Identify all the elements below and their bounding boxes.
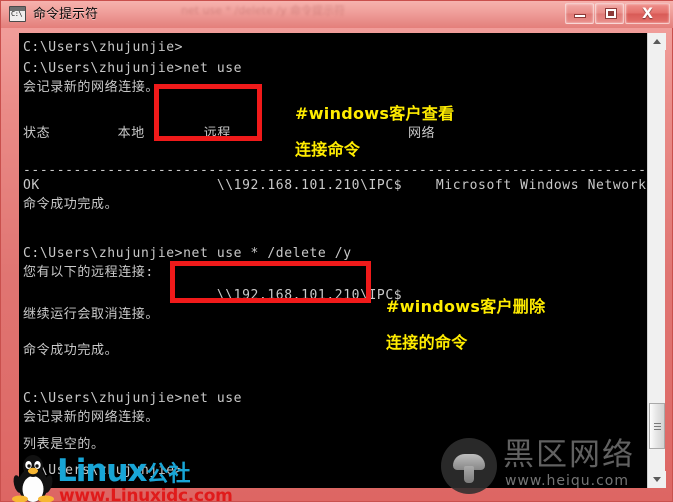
console-line: C:\Users\zhujunjie>net use — [23, 61, 243, 76]
watermark-linux-brand-cn: 公社 — [146, 462, 191, 487]
minimize-button[interactable] — [565, 3, 594, 24]
window-title: 命令提示符 — [33, 7, 99, 22]
console-line: 会记录新的网络连接。 — [23, 410, 160, 425]
console-line: C:\Users\zhujunjie>net use — [23, 391, 243, 406]
mushroom-stem — [464, 466, 474, 483]
watermark-heiqu-url: www.heiqu.com — [505, 473, 630, 489]
close-icon: X — [642, 6, 653, 22]
console-output-area[interactable]: C:\Users\zhujunjie> C:\Users\zhujunjie>ne… — [19, 33, 648, 488]
watermark-linux-brand-en: Linux — [57, 453, 148, 489]
close-button[interactable]: X — [625, 3, 670, 24]
mushroom-icon — [441, 438, 497, 494]
redbox-net-use — [154, 84, 262, 141]
titlebar-ghost-text: net use * /delete /y 命令提示符 — [181, 4, 346, 17]
redbox-net-use-delete — [170, 261, 371, 303]
scroll-up-arrow[interactable] — [648, 33, 666, 50]
scrollbar-grip-icon — [654, 423, 661, 430]
window-controls: X — [565, 3, 670, 25]
console-line: OK \\192.168.101.210\IPC$ Microsoft Wind… — [23, 178, 647, 193]
console-line: ----------------------------------------… — [23, 163, 648, 178]
maximize-icon — [605, 8, 617, 19]
console-icon-text: C:\ — [11, 10, 23, 18]
command-prompt-window: net use * /delete /y 命令提示符 C:\ 命令提示符 X C… — [0, 0, 673, 502]
tux-penguin-icon — [12, 455, 54, 502]
screenshot-root: net use * /delete /y 命令提示符 C:\ 命令提示符 X C… — [0, 0, 673, 502]
watermark-linuxidc: Linux公社 www.Linuxidc.com — [9, 453, 239, 502]
console-line: 命令成功完成。 — [23, 343, 119, 358]
console-line: C:\Users\zhujunjie> — [23, 40, 184, 55]
console-icon: C:\ — [9, 6, 26, 22]
annotation-view-command: #windows客户查看 — [295, 104, 455, 123]
console-scrollbar[interactable] — [647, 33, 666, 488]
watermark-linux-url: www.Linuxidc.com — [59, 486, 233, 502]
console-line: 会记录新的网络连接。 — [23, 80, 160, 95]
minimize-icon — [574, 14, 586, 18]
watermark-heiqu: 黑区网络 www.heiqu.com — [441, 433, 656, 495]
console-line: 您有以下的远程连接: — [23, 265, 154, 280]
annotation-delete-command-2: 连接的命令 — [386, 333, 468, 352]
annotation-delete-command: #windows客户删除 — [386, 297, 546, 316]
console-line: 命令成功完成。 — [23, 197, 119, 212]
console-line: C:\Users\zhujunjie>net use * /delete /y — [23, 246, 352, 261]
watermark-heiqu-brand: 黑区网络 — [503, 437, 635, 473]
console-line: 继续运行会取消连接。 — [23, 307, 160, 322]
maximize-button[interactable] — [595, 3, 624, 24]
window-titlebar[interactable]: net use * /delete /y 命令提示符 C:\ 命令提示符 X — [1, 1, 673, 28]
console-line: 列表是空的。 — [23, 437, 105, 452]
annotation-view-command-2: 连接命令 — [295, 140, 361, 159]
